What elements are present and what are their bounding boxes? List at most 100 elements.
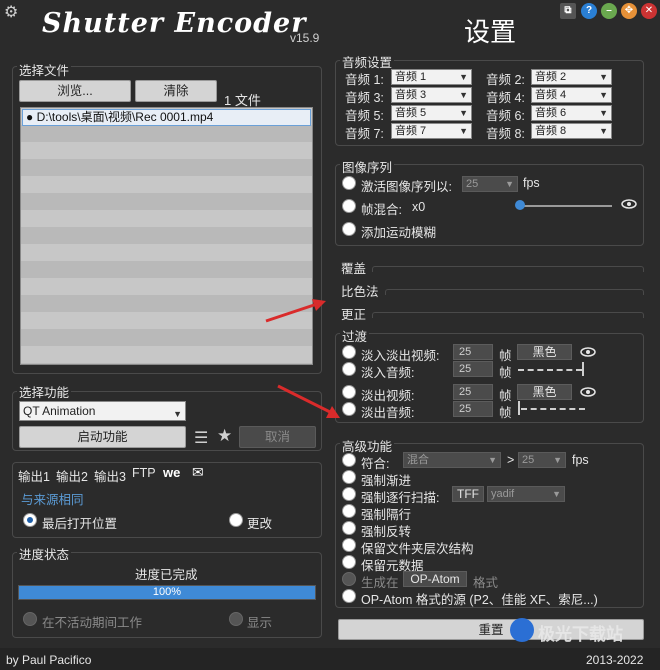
keep-metadata-radio[interactable] xyxy=(342,555,356,569)
fade-in-audio-frames[interactable]: 25 xyxy=(453,361,493,377)
fade-out-audio-radio[interactable] xyxy=(342,402,356,416)
chevron-down-icon: ▼ xyxy=(599,72,608,82)
eye-icon[interactable] xyxy=(580,387,596,397)
star-icon[interactable]: ★ xyxy=(217,426,232,446)
correction-section[interactable]: 更正 xyxy=(341,304,366,323)
show-radio[interactable] xyxy=(229,612,243,626)
same-as-source-link[interactable]: 与来源相同 xyxy=(21,489,84,508)
motion-blur-radio[interactable] xyxy=(342,222,356,236)
blend-value: x0 xyxy=(412,200,426,214)
function-select[interactable]: QT Animation ▼ xyxy=(19,401,186,421)
maximize-icon[interactable]: ✥ xyxy=(621,3,637,19)
fade-in-color-button[interactable]: 黑色 xyxy=(517,344,572,360)
generate-in-radio[interactable] xyxy=(342,572,356,586)
activate-seq-radio[interactable] xyxy=(342,176,356,190)
field-order-button[interactable]: TFF xyxy=(452,486,484,502)
fade-out-audio-unit: 帧 xyxy=(499,406,512,420)
chevron-down-icon: ▼ xyxy=(505,179,514,189)
progress-panel-title: 进度状态 xyxy=(17,544,72,563)
last-open-radio[interactable] xyxy=(23,513,37,527)
change-label: 更改 xyxy=(247,517,273,531)
fade-in-audio-waveform xyxy=(518,369,582,371)
conform-mode-value: 混合 xyxy=(407,454,429,466)
tab-ftp[interactable]: FTP xyxy=(132,466,156,480)
file-path: D:\tools\桌面\视频\Rec 0001.mp4 xyxy=(36,110,214,124)
deinterlace-select[interactable]: yadif ▼ xyxy=(487,486,565,502)
force-interlaced-line-radio[interactable] xyxy=(342,504,356,518)
file-list[interactable]: ● D:\tools\桌面\视频\Rec 0001.mp4 xyxy=(20,107,313,365)
tab-output2[interactable]: 输出2 xyxy=(56,466,88,485)
minimize-icon[interactable]: – xyxy=(601,3,617,19)
change-radio[interactable] xyxy=(229,513,243,527)
wetransfer-icon[interactable]: we xyxy=(163,465,180,480)
blend-label: 帧混合: xyxy=(361,203,402,217)
audio-track-select[interactable]: 音频 8 ▼ xyxy=(531,123,612,139)
audio-track-value: 音频 5 xyxy=(395,107,427,119)
force-reverse-radio[interactable] xyxy=(342,521,356,535)
eye-icon[interactable] xyxy=(621,199,637,209)
chevron-down-icon: ▼ xyxy=(459,72,468,82)
mail-icon[interactable]: ✉ xyxy=(192,464,204,481)
menu-icon[interactable]: ☰ xyxy=(194,428,208,448)
audio-track-select[interactable]: 音频 5 ▼ xyxy=(391,105,472,121)
idle-work-radio[interactable] xyxy=(23,612,37,626)
start-function-button[interactable]: 启动功能 xyxy=(19,426,186,448)
help-icon[interactable]: ? xyxy=(581,3,597,19)
fade-in-audio-marker xyxy=(582,362,584,376)
fade-in-video-frames[interactable]: 25 xyxy=(453,344,493,360)
function-select-value: QT Animation xyxy=(23,404,96,418)
fade-in-audio-radio[interactable] xyxy=(342,362,356,376)
fade-out-audio-frames[interactable]: 25 xyxy=(453,401,493,417)
chevron-down-icon: ▼ xyxy=(459,108,468,118)
audio-track-label: 音频 5: xyxy=(345,109,384,123)
blend-slider-handle[interactable] xyxy=(515,200,525,210)
audio-track-select[interactable]: 音频 3 ▼ xyxy=(391,87,472,103)
fade-out-video-frames[interactable]: 25 xyxy=(453,384,493,400)
restore-icon[interactable]: ⧉ xyxy=(560,3,576,19)
fade-in-audio-unit: 帧 xyxy=(499,366,512,380)
audio-track-select[interactable]: 音频 6 ▼ xyxy=(531,105,612,121)
chevron-down-icon: ▼ xyxy=(599,108,608,118)
fade-out-color-button[interactable]: 黑色 xyxy=(517,384,572,400)
cancel-button[interactable]: 取消 xyxy=(239,426,316,448)
conform-fps-select[interactable]: 25 ▼ xyxy=(518,452,566,468)
settings-gear-icon[interactable]: ⚙ xyxy=(4,2,18,22)
audio-track-select[interactable]: 音频 7 ▼ xyxy=(391,123,472,139)
op-atom-button[interactable]: OP-Atom xyxy=(403,571,467,587)
blend-radio[interactable] xyxy=(342,199,356,213)
image-seq-title: 图像序列 xyxy=(340,157,395,176)
chevron-down-icon: ▼ xyxy=(553,455,562,465)
progress-percent: 100% xyxy=(152,586,182,598)
watermark-logo-icon xyxy=(510,618,534,642)
close-icon[interactable]: ✕ xyxy=(641,3,657,19)
blend-slider-track[interactable] xyxy=(519,205,612,207)
fade-out-audio-marker xyxy=(518,401,520,415)
eye-icon[interactable] xyxy=(580,347,596,357)
seq-fps-value: 25 xyxy=(466,178,479,190)
seq-fps-select[interactable]: 25 ▼ xyxy=(462,176,518,192)
progress-status: 进度已完成 xyxy=(135,568,198,582)
file-list-item[interactable]: ● D:\tools\桌面\视频\Rec 0001.mp4 xyxy=(22,109,311,126)
function-panel-title: 选择功能 xyxy=(17,382,72,401)
fade-out-video-radio[interactable] xyxy=(342,385,356,399)
watermark-text: 极光下载站 xyxy=(538,625,623,644)
overlay-section[interactable]: 覆盖 xyxy=(341,258,366,277)
tab-output3[interactable]: 输出3 xyxy=(94,466,126,485)
browse-button[interactable]: 浏览... xyxy=(19,80,131,102)
fade-out-audio-label: 淡出音频: xyxy=(361,406,415,420)
clear-button[interactable]: 清除 xyxy=(135,80,217,102)
op-atom-source-radio[interactable] xyxy=(342,589,356,603)
tab-output1[interactable]: 输出1 xyxy=(18,466,50,485)
conform-mode-select[interactable]: 混合 ▼ xyxy=(403,452,501,468)
footer-years: 2013-2022 xyxy=(586,653,644,667)
force-interlace-radio[interactable] xyxy=(342,487,356,501)
keep-structure-radio[interactable] xyxy=(342,538,356,552)
audio-track-select[interactable]: 音频 2 ▼ xyxy=(531,69,612,85)
colorimetry-section[interactable]: 比色法 xyxy=(341,281,379,300)
audio-track-label: 音频 1: xyxy=(345,73,384,87)
audio-track-select[interactable]: 音频 4 ▼ xyxy=(531,87,612,103)
audio-track-select[interactable]: 音频 1 ▼ xyxy=(391,69,472,85)
conform-radio[interactable] xyxy=(342,453,356,467)
fade-in-video-radio[interactable] xyxy=(342,345,356,359)
force-progressive-radio[interactable] xyxy=(342,470,356,484)
